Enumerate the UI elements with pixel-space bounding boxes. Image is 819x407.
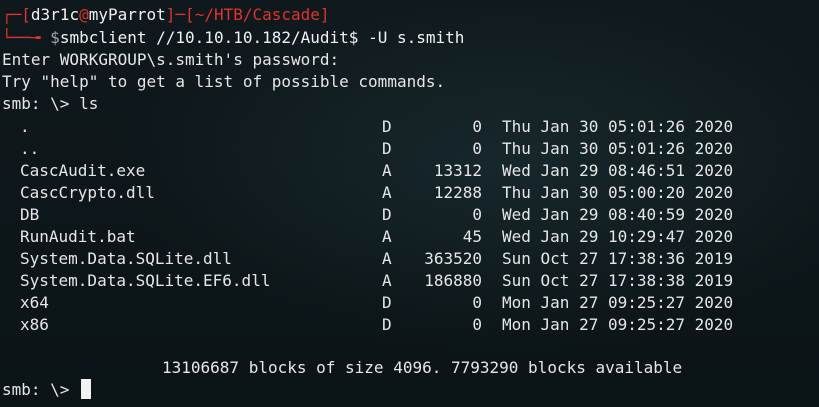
prompt-at: @ [79, 5, 89, 24]
prompt-user: d3r1c [30, 5, 80, 24]
listing-date: Thu Jan 30 05:01:26 2020 [502, 117, 734, 136]
prompt-separator: ]─[ [165, 5, 195, 24]
listing-row: CascCrypto.dll A 12288 Thu Jan 30 05:00:20 … [0, 182, 819, 204]
listing-row: CascAudit.exe A 13312 Wed Jan 29 08:46:51 2… [0, 160, 819, 182]
listing-size: 186880 [424, 271, 482, 290]
prompt-cwd: ~/HTB/Cascade [194, 5, 320, 24]
listing-type: A [382, 271, 392, 290]
listing-type: A [382, 249, 392, 268]
listing-size: 0 [472, 139, 482, 158]
listing-size: 0 [472, 315, 482, 334]
listing-type: D [382, 139, 392, 158]
prompt-host: myParrot [88, 5, 166, 24]
listing-date: Wed Jan 29 08:46:51 2020 [502, 161, 734, 180]
listing-type: A [382, 227, 392, 246]
listing-row: x64 D 0 Mon Jan 27 09:25:27 2020 [0, 292, 819, 314]
prompt-dollar: $ [50, 28, 60, 47]
listing-date: Sun Oct 27 17:38:36 2019 [502, 249, 734, 268]
listing-date: Wed Jan 29 10:29:47 2020 [502, 227, 734, 246]
listing-name: System.Data.SQLite.dll [20, 249, 232, 268]
listing-row: .. D 0 Thu Jan 30 05:01:26 2020 [0, 138, 819, 160]
listing-name: System.Data.SQLite.EF6.dll [20, 271, 271, 290]
listing-name: CascCrypto.dll [20, 183, 155, 202]
listing-size: 12288 [433, 183, 482, 202]
listing-date: Thu Jan 30 05:00:20 2020 [502, 183, 734, 202]
listing-name: RunAudit.bat [20, 227, 136, 246]
help-hint: Try "help" to get a list of possible com… [2, 72, 446, 91]
listing-name: . [20, 117, 30, 136]
prompt-corner: └──╼ [2, 28, 41, 47]
listing-date: Sun Oct 27 17:38:38 2019 [502, 271, 734, 290]
command-text: smbclient //10.10.10.182/Audit$ -U s.smi… [59, 28, 465, 47]
listing-name: x64 [20, 293, 49, 312]
listing-date: Mon Jan 27 09:25:27 2020 [502, 293, 734, 312]
listing-type: D [382, 315, 392, 334]
listing-type: A [382, 183, 392, 202]
listing-name: x86 [20, 315, 49, 334]
blocks-summary: 13106687 blocks of size 4096. 7793290 bl… [162, 358, 683, 377]
text-cursor [81, 379, 92, 399]
listing-size: 0 [472, 205, 482, 224]
terminal-window[interactable]: ┌─[d3r1c@myParrot]─[~/HTB/Cascade] └──╼ … [0, 0, 819, 407]
listing-row: System.Data.SQLite.dll A 363520 Sun Oct 27 … [0, 248, 819, 270]
listing-name: CascAudit.exe [20, 161, 146, 180]
listing-type: D [382, 117, 392, 136]
listing-name: .. [20, 139, 40, 158]
listing-name: DB [20, 205, 40, 224]
prompt-close-bracket: ] [319, 5, 330, 24]
listing-size: 0 [472, 117, 482, 136]
listing-size: 13312 [433, 161, 482, 180]
listing-size: 363520 [424, 249, 482, 268]
listing-row: System.Data.SQLite.EF6.dll A 186880 Sun Oct… [0, 270, 819, 292]
listing-type: D [382, 293, 392, 312]
smb-ls-command: smb: \> ls [2, 94, 99, 113]
listing-date: Mon Jan 27 09:25:27 2020 [502, 315, 734, 334]
prompt-header-line: ┌─[d3r1c@myParrot]─[~/HTB/Cascade] [2, 4, 330, 26]
listing-row: . D 0 Thu Jan 30 05:01:26 2020 [0, 116, 819, 138]
listing-row: RunAudit.bat A 45 Wed Jan 29 10:29:47 2020 [0, 226, 819, 248]
final-smb-prompt[interactable]: smb: \> [2, 379, 92, 401]
listing-row: x86 D 0 Mon Jan 27 09:25:27 2020 [0, 314, 819, 336]
listing-type: D [382, 205, 392, 224]
listing-type: A [382, 161, 392, 180]
prompt-open-bracket: ┌─[ [2, 5, 31, 24]
listing-date: Wed Jan 29 08:40:59 2020 [502, 205, 734, 224]
command-line: └──╼ $smbclient //10.10.10.182/Audit$ -U… [2, 27, 464, 49]
final-prompt-text: smb: \> [2, 380, 80, 399]
listing-size: 0 [472, 293, 482, 312]
listing-size: 45 [462, 227, 482, 246]
password-prompt: Enter WORKGROUP\s.smith's password: [2, 50, 340, 69]
listing-row: DB D 0 Wed Jan 29 08:40:59 2020 [0, 204, 819, 226]
listing-date: Thu Jan 30 05:01:26 2020 [502, 139, 734, 158]
